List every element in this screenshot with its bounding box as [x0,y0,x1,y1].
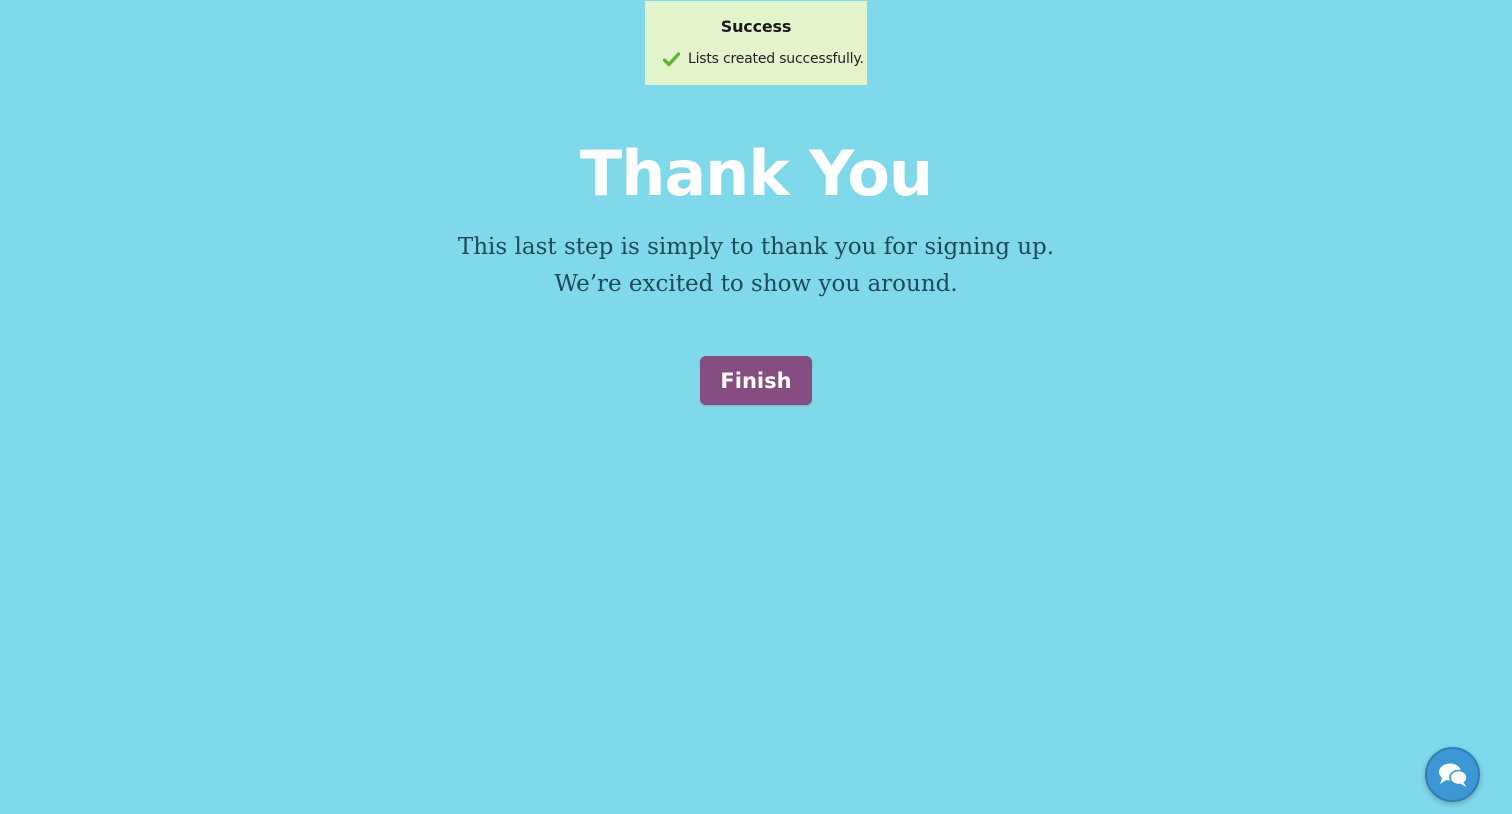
thank-you-message: This last step is simply to thank you fo… [0,229,1512,303]
check-icon [663,51,680,66]
message-line-1: This last step is simply to thank you fo… [457,234,1055,260]
toast-message: Lists created successfully. [688,51,864,67]
finish-button[interactable]: Finish [700,356,812,405]
chat-widget-button[interactable] [1425,747,1480,802]
toast-message-row: Lists created successfully. [663,51,864,67]
message-line-2: We’re excited to show you around. [554,271,958,297]
toast-title: Success [720,17,792,36]
success-toast: Success Lists created successfully. [645,1,867,85]
chat-bubbles-icon [1438,763,1468,787]
page-title: Thank You [579,137,933,210]
